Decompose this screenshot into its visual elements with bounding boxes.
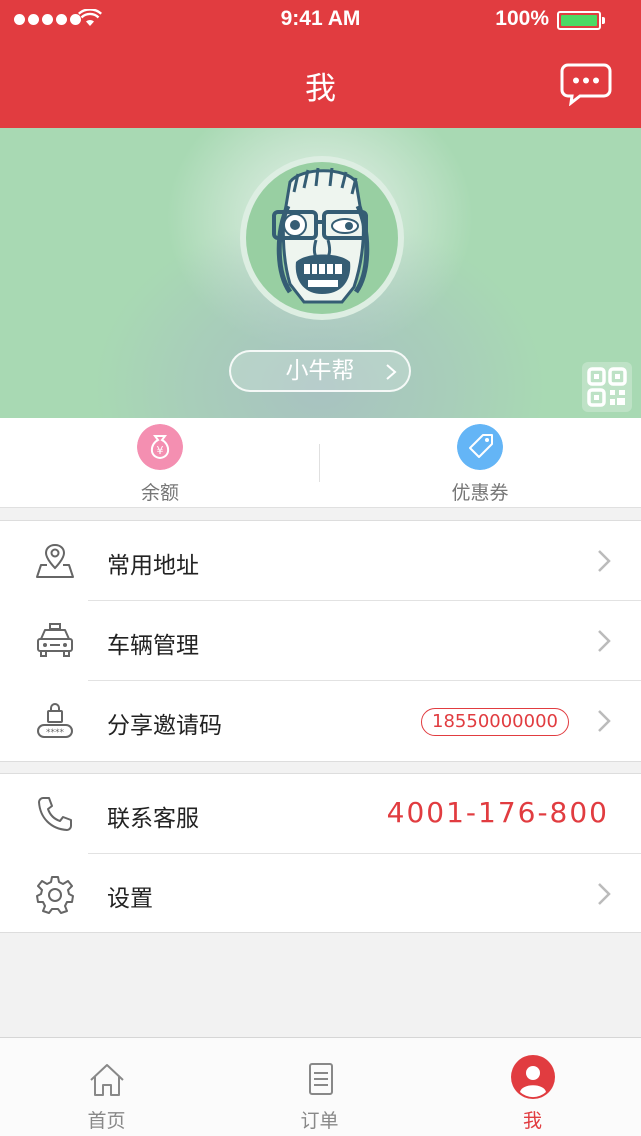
status-bar: 9:41 AM 100% <box>0 0 641 40</box>
tab-label: 首页 <box>87 1110 126 1132</box>
lock-code-icon: **** <box>37 703 73 738</box>
profile-banner: 小牛帮 <box>0 128 641 418</box>
menu-label: 车辆管理 <box>107 633 199 659</box>
battery-percent: 100% <box>495 7 549 30</box>
coupon-button[interactable]: 优惠券 <box>320 418 640 508</box>
menu-label: 设置 <box>107 886 153 912</box>
service-phone-number[interactable]: 4001-176-800 <box>387 796 609 829</box>
menu-item-vehicle[interactable]: 车辆管理 <box>0 601 641 681</box>
chevron-right-icon <box>386 364 397 380</box>
qr-code-icon[interactable] <box>582 362 632 412</box>
battery-icon <box>557 11 625 30</box>
cartoon-face-avatar <box>272 167 370 304</box>
chat-bubble-icon[interactable] <box>560 62 612 106</box>
map-pin-icon <box>36 543 74 578</box>
top-bar: 9:41 AM 100% 我 <box>0 0 641 128</box>
home-icon <box>90 1064 124 1096</box>
tab-label: 订单 <box>300 1110 339 1132</box>
gear-icon <box>36 876 74 914</box>
menu-item-customer-service[interactable]: 联系客服 4001-176-800 <box>0 774 641 854</box>
money-bag-icon: ¥ <box>137 424 183 470</box>
balance-label: 余额 <box>140 482 179 504</box>
svg-text:¥: ¥ <box>157 444 164 457</box>
car-icon <box>37 623 73 657</box>
menu-label: 联系客服 <box>107 806 199 832</box>
tab-label: 我 <box>522 1110 542 1132</box>
username-button[interactable]: 小牛帮 <box>229 350 411 392</box>
invite-code-badge: 18550000000 <box>421 708 569 736</box>
chevron-right-icon <box>598 710 611 732</box>
menu-group-2: 联系客服 4001-176-800 设置 <box>0 773 641 933</box>
menu-item-settings[interactable]: 设置 <box>0 854 641 932</box>
menu-item-invite[interactable]: **** 分享邀请码 18550000000 <box>0 681 641 761</box>
user-icon <box>511 1055 555 1099</box>
chevron-right-icon <box>598 630 611 652</box>
menu-label: 常用地址 <box>107 553 199 579</box>
svg-text:****: **** <box>46 728 65 738</box>
order-list-icon <box>309 1063 333 1095</box>
tab-bar: 首页 订单 我 <box>0 1037 641 1136</box>
balance-button[interactable]: ¥ 余额 <box>0 418 320 508</box>
page-title: 我 <box>305 71 336 107</box>
menu-group-1: 常用地址 车辆管理 **** 分享邀请码 18550000000 <box>0 520 641 762</box>
tab-me[interactable]: 我 <box>426 1038 639 1136</box>
coupon-tag-icon <box>457 424 503 470</box>
chevron-right-icon <box>598 550 611 572</box>
username-label: 小牛帮 <box>285 358 355 384</box>
coupon-label: 优惠券 <box>451 482 509 504</box>
avatar[interactable] <box>240 156 404 320</box>
menu-label: 分享邀请码 <box>107 713 222 739</box>
wallet-row: ¥ 余额 优惠券 <box>0 418 641 508</box>
tab-orders[interactable]: 订单 <box>213 1038 426 1136</box>
menu-item-address[interactable]: 常用地址 <box>0 521 641 601</box>
phone-icon <box>38 797 72 831</box>
chevron-right-icon <box>598 883 611 905</box>
tab-home[interactable]: 首页 <box>0 1038 213 1136</box>
